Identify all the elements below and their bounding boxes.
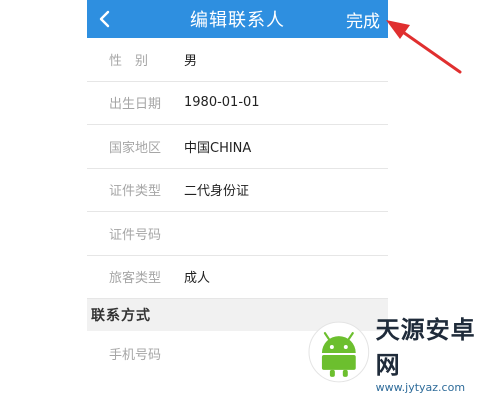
phone-label: 手机号码 xyxy=(109,347,162,363)
form-row-country[interactable]: 国家地区 中国CHINA xyxy=(87,125,388,169)
android-logo-icon xyxy=(308,321,370,383)
form-row-id-type[interactable]: 证件类型 二代身份证 xyxy=(87,168,388,212)
passenger-type-value: 成人 xyxy=(184,271,211,287)
gender-value: 男 xyxy=(184,53,198,69)
watermark-url: www.jytyaz.com xyxy=(375,381,466,394)
done-button[interactable]: 完成 xyxy=(346,0,380,38)
left-background xyxy=(0,0,87,386)
id-type-label: 证件类型 xyxy=(109,184,162,200)
form-row-gender[interactable]: 性 别 男 xyxy=(87,38,388,82)
form-row-id-number[interactable]: 证件号码 xyxy=(87,212,388,256)
birthdate-label: 出生日期 xyxy=(109,97,162,113)
title-bar: 编辑联系人 完成 xyxy=(87,0,388,38)
id-number-label: 证件号码 xyxy=(109,227,162,243)
watermark: 天源安卓网 www.jytyaz.com xyxy=(300,316,500,394)
watermark-text: 天源安卓网 www.jytyaz.com xyxy=(376,310,500,394)
birthdate-value: 1980-01-01 xyxy=(184,95,260,111)
form-row-birthdate[interactable]: 出生日期 1980-01-01 xyxy=(87,81,388,125)
id-type-value: 二代身份证 xyxy=(184,184,250,200)
red-arrow-icon xyxy=(386,20,462,74)
page-title: 编辑联系人 xyxy=(190,10,285,31)
country-label: 国家地区 xyxy=(109,140,162,156)
country-value: 中国CHINA xyxy=(184,140,252,156)
gender-label: 性 别 xyxy=(109,53,149,69)
form-row-passenger-type[interactable]: 旅客类型 成人 xyxy=(87,255,388,299)
passenger-type-label: 旅客类型 xyxy=(109,271,162,287)
watermark-title: 天源安卓网 xyxy=(375,316,476,379)
